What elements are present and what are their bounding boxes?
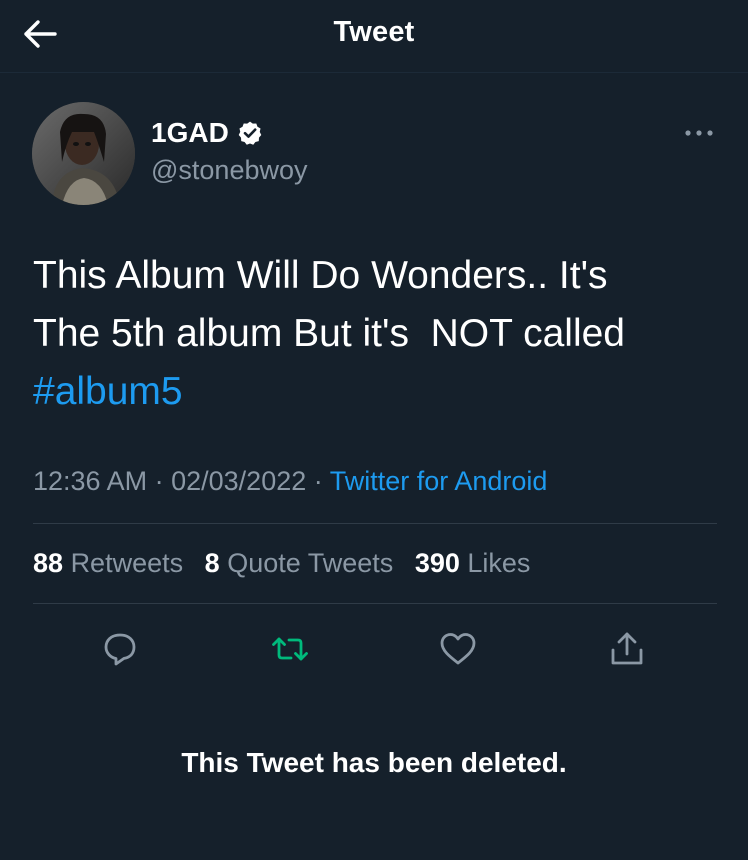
likes-count: 390 <box>414 548 460 578</box>
divider <box>33 523 717 524</box>
tweet-text-line-2: The 5th album But it's NOT called <box>33 312 625 355</box>
retweet-icon <box>272 637 308 661</box>
heart-icon <box>440 633 476 665</box>
page-title: Tweet <box>333 16 415 48</box>
retweets-count: 88 <box>33 548 64 578</box>
share-icon <box>611 632 643 665</box>
meta-separator: · <box>154 466 164 496</box>
reply-icon <box>104 633 136 666</box>
divider <box>33 603 717 604</box>
quote-tweets-stat[interactable]: 8 Quote Tweets <box>205 548 394 579</box>
avatar[interactable] <box>32 102 135 205</box>
share-button[interactable] <box>603 627 651 671</box>
avatar-image <box>32 102 135 205</box>
like-button[interactable] <box>434 627 482 671</box>
author-display-name[interactable]: 1GAD <box>151 117 229 149</box>
retweets-label: Retweets <box>70 548 184 578</box>
verified-badge-icon <box>238 121 262 145</box>
quote-tweets-label: Quote Tweets <box>227 548 394 578</box>
author-name-row[interactable]: 1GAD <box>151 117 263 149</box>
tweet-meta: 12:36 AM · 02/03/2022 · Twitter for Andr… <box>33 466 547 497</box>
author-handle[interactable]: @stonebwoy <box>151 155 308 186</box>
more-options-button[interactable] <box>678 118 722 148</box>
quote-tweets-count: 8 <box>204 548 220 578</box>
tweet-time: 12:36 AM <box>33 466 148 496</box>
tweet-source-link[interactable]: Twitter for Android <box>330 466 548 496</box>
likes-stat[interactable]: 390 Likes <box>415 548 531 579</box>
tweet-text: This Album Will Do Wonders.. It's The 5t… <box>33 247 723 421</box>
retweet-button[interactable] <box>266 627 314 671</box>
tweet-stats: 88 Retweets 8 Quote Tweets 390 Likes <box>33 548 544 579</box>
likes-label: Likes <box>467 548 531 578</box>
top-bar: Tweet <box>0 0 748 73</box>
reply-button[interactable] <box>96 627 144 671</box>
tweet-date: 02/03/2022 <box>171 466 307 496</box>
tweet-text-line-1: This Album Will Do Wonders.. It's <box>33 254 608 297</box>
deleted-notice: This Tweet has been deleted. <box>181 747 567 778</box>
hashtag-link[interactable]: #album5 <box>33 370 183 413</box>
more-dots-icon <box>685 130 713 136</box>
retweets-stat[interactable]: 88 Retweets <box>33 548 183 579</box>
meta-separator: · <box>313 466 323 496</box>
